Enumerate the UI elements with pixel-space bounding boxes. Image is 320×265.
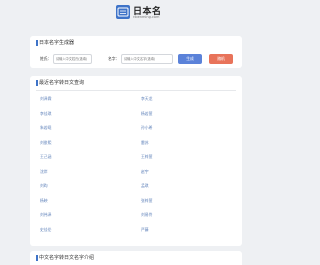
list-row: 李佳琪 杨若萱 <box>30 111 242 126</box>
list-row: 刘伟泽 刘易伶 <box>30 212 242 227</box>
name-generator-card: 日本名字生成器 姓氏： 名字： 生成 随机 <box>30 36 242 68</box>
given-name-input[interactable] <box>121 54 173 64</box>
query-link[interactable]: 王梓萱 <box>141 154 152 160</box>
query-link[interactable]: 王己涵 <box>40 154 51 160</box>
list-row: 刘泽霖 李天龙 <box>30 96 242 111</box>
query-link[interactable]: 雷苏 <box>141 140 149 146</box>
query-link[interactable]: 沈岸 <box>40 169 48 175</box>
random-button[interactable]: 随机 <box>209 54 233 64</box>
list-row: 王己涵 王梓萱 <box>30 154 242 169</box>
surname-label: 姓氏： <box>40 56 52 61</box>
generator-heading: 日本名字生成器 <box>30 36 242 50</box>
list-row: 沈岸 赵宇 <box>30 169 242 184</box>
list-row: 朱若曦 孙小希 <box>30 125 242 140</box>
generator-form: 姓氏： 名字： 生成 随机 <box>30 54 242 64</box>
query-link[interactable]: 史佳伦 <box>40 227 51 233</box>
query-link[interactable]: 杨映 <box>40 198 48 204</box>
query-link[interactable]: 孙小希 <box>141 125 152 131</box>
site-header: 日本名 ribenming.com <box>0 0 271 28</box>
list-row: 杨映 张梓萱 <box>30 198 242 213</box>
recent-queries-card: 最近名字转日文查询 刘泽霖 李天龙 李佳琪 杨若萱 朱若曦 孙小希 刘俊熙 雷苏… <box>30 76 242 246</box>
query-link[interactable]: 刘昀 <box>40 183 48 189</box>
query-link[interactable]: 杨若萱 <box>141 111 152 117</box>
query-link[interactable]: 孟琪 <box>141 183 149 189</box>
site-domain: ribenming.com <box>133 15 160 19</box>
recent-query-list: 刘泽霖 李天龙 李佳琪 杨若萱 朱若曦 孙小希 刘俊熙 雷苏 王己涵 王梓萱 沈… <box>30 96 242 241</box>
query-link[interactable]: 张梓萱 <box>141 198 152 204</box>
query-link[interactable]: 刘俊熙 <box>40 140 51 146</box>
query-link[interactable]: 刘易伶 <box>141 212 152 218</box>
list-row: 刘俊熙 雷苏 <box>30 140 242 155</box>
generate-button[interactable]: 生成 <box>178 54 202 64</box>
query-link[interactable]: 赵宇 <box>141 169 149 175</box>
given-name-label: 名字： <box>108 56 120 61</box>
query-link[interactable]: 刘泽霖 <box>40 96 51 102</box>
intro-heading: 中文名字转日文名字介绍 <box>30 251 242 265</box>
logo-icon[interactable] <box>116 5 130 19</box>
query-link[interactable]: 刘伟泽 <box>40 212 51 218</box>
list-row: 刘昀 孟琪 <box>30 183 242 198</box>
query-link[interactable]: 李天龙 <box>141 96 152 102</box>
divider <box>36 90 236 91</box>
surname-input[interactable] <box>53 54 92 64</box>
list-row: 史佳伦 严藤 <box>30 227 242 242</box>
intro-card: 中文名字转日文名字介绍 <box>30 251 242 265</box>
query-link[interactable]: 朱若曦 <box>40 125 51 131</box>
query-link[interactable]: 李佳琪 <box>40 111 51 117</box>
query-link[interactable]: 严藤 <box>141 227 149 233</box>
recent-heading: 最近名字转日文查询 <box>30 76 242 90</box>
